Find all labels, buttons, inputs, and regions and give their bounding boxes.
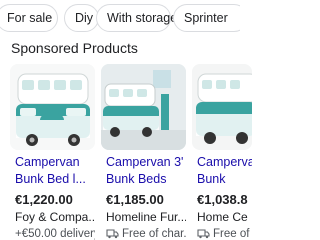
product-price: €1,220.00 [15, 192, 73, 207]
product-delivery: +€50.00 delivery [15, 228, 95, 240]
product-card[interactable]: Campervan 3' Bunk Beds €1,185.00 Homelin… [101, 64, 186, 240]
campervan-bunk-bed-image [10, 64, 95, 150]
section-title: Sponsored Products [11, 40, 138, 56]
product-title[interactable]: Campervan Bunk Bed l... [15, 154, 95, 188]
product-price: €1,185.00 [106, 192, 164, 207]
campervan-bunk-bed-image [192, 64, 252, 150]
product-image[interactable] [192, 64, 252, 150]
product-seller: Homeline Fur... [106, 210, 186, 224]
filter-chips-bar: For sale Diy With storage Sprinter [0, 4, 240, 32]
truck-icon [106, 229, 119, 239]
product-delivery: Free of char... [106, 228, 186, 240]
product-card[interactable]: Campervan Bunk €1,038.8 Home Ce Free of [192, 64, 252, 240]
product-image[interactable] [10, 64, 95, 150]
chip-with-storage[interactable]: With storage [96, 4, 177, 32]
product-image[interactable] [101, 64, 186, 150]
truck-icon [197, 229, 210, 239]
campervan-bunk-bed-room-image [101, 64, 186, 150]
chip-diy[interactable]: Diy [64, 4, 99, 32]
product-seller: Foy & Compa... [15, 210, 95, 224]
product-card[interactable]: Campervan Bunk Bed l... €1,220.00 Foy & … [10, 64, 95, 240]
delivery-text: Free of [213, 228, 250, 240]
delivery-text: Free of char... [122, 228, 186, 240]
chip-for-sale[interactable]: For sale [0, 4, 58, 32]
product-title[interactable]: Campervan 3' Bunk Beds [106, 154, 186, 188]
product-price: €1,038.8 [197, 192, 248, 207]
product-seller: Home Ce [197, 210, 248, 224]
chip-sprinter[interactable]: Sprinter [173, 4, 240, 32]
product-title[interactable]: Campervan Bunk [197, 154, 252, 188]
product-delivery: Free of [197, 228, 252, 240]
